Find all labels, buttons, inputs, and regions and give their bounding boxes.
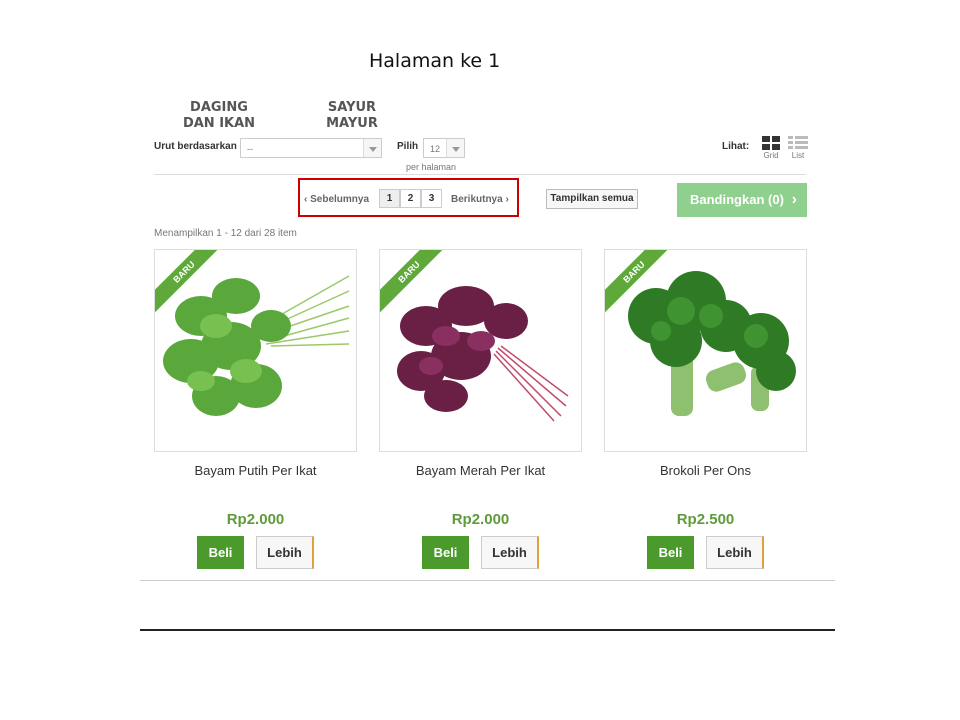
new-badge: BARU xyxy=(605,250,674,312)
pagination-next-label: Berikutnya xyxy=(451,194,503,205)
chevron-down-icon xyxy=(446,139,464,157)
footer-divider xyxy=(140,580,835,581)
compare-button[interactable]: Bandingkan (0) › xyxy=(677,183,807,217)
grid-icon xyxy=(762,136,780,150)
slide-title: Halaman ke 1 xyxy=(369,50,501,72)
category-daging-dan-ikan[interactable]: DAGING DAN IKAN xyxy=(172,100,266,132)
product-price: Rp2.000 xyxy=(226,511,285,528)
product-price: Rp2.500 xyxy=(676,511,735,528)
per-page-select[interactable]: 12 xyxy=(423,138,465,158)
product-image-frame[interactable]: BARU xyxy=(154,249,357,452)
per-page-label: Pilih xyxy=(397,141,419,152)
more-button[interactable]: Lebih xyxy=(481,536,539,569)
product-price: Rp2.000 xyxy=(451,511,510,528)
product-card: BARU Bayam Merah Per Ikat Rp2.000 Beli L… xyxy=(379,249,582,570)
toolbar-divider xyxy=(154,174,806,175)
compare-button-label: Bandingkan (0) xyxy=(690,192,784,207)
bottom-divider xyxy=(140,629,835,631)
sort-select-value: -- xyxy=(247,144,253,154)
product-card: BARU Bayam Putih Per Ikat Rp2.000 Beli L… xyxy=(154,249,357,570)
new-badge: BARU xyxy=(155,250,224,312)
more-button[interactable]: Lebih xyxy=(256,536,314,569)
new-badge-label: BARU xyxy=(380,250,449,312)
pagination-page-2[interactable]: 2 xyxy=(400,189,421,208)
result-count: Menampilkan 1 - 12 dari 28 item xyxy=(154,228,297,239)
product-image-frame[interactable]: BARU xyxy=(379,249,582,452)
view-grid-button[interactable]: Grid xyxy=(759,136,783,160)
chevron-right-icon: › xyxy=(505,194,509,205)
per-page-select-value: 12 xyxy=(430,144,441,154)
chevron-left-icon: ‹ xyxy=(304,194,308,205)
per-page-caption: per halaman xyxy=(406,162,457,172)
view-grid-label: Grid xyxy=(763,151,779,160)
chevron-down-icon xyxy=(363,139,381,157)
chevron-right-icon: › xyxy=(791,191,797,208)
new-badge-label: BARU xyxy=(605,250,674,312)
list-icon xyxy=(788,136,808,149)
view-label: Lihat: xyxy=(722,141,750,152)
pagination-prev-label: Sebelumnya xyxy=(310,194,370,205)
sort-select[interactable]: -- xyxy=(240,138,382,158)
new-badge-label: BARU xyxy=(155,250,224,312)
product-card: BARU Brokoli Per Ons Rp2.500 Beli Lebih xyxy=(604,249,807,570)
category-sayur-mayur[interactable]: SAYUR MAYUR xyxy=(302,100,402,132)
pagination-page-3[interactable]: 3 xyxy=(421,189,442,208)
view-list-button[interactable]: List xyxy=(786,136,810,160)
pagination-prev-link[interactable]: ‹ Sebelumnya xyxy=(304,194,369,205)
new-badge: BARU xyxy=(380,250,449,312)
product-name[interactable]: Brokoli Per Ons xyxy=(604,463,807,478)
buy-button[interactable]: Beli xyxy=(422,536,469,569)
pagination-page-1[interactable]: 1 xyxy=(379,189,400,208)
view-list-label: List xyxy=(791,151,805,160)
buy-button[interactable]: Beli xyxy=(197,536,244,569)
buy-button[interactable]: Beli xyxy=(647,536,694,569)
product-image-frame[interactable]: BARU xyxy=(604,249,807,452)
product-name[interactable]: Bayam Putih Per Ikat xyxy=(154,463,357,478)
pagination-next-link[interactable]: Berikutnya › xyxy=(451,194,509,205)
more-button[interactable]: Lebih xyxy=(706,536,764,569)
show-all-button[interactable]: Tampilkan semua xyxy=(546,189,638,209)
product-name[interactable]: Bayam Merah Per Ikat xyxy=(379,463,582,478)
sort-label: Urut berdasarkan xyxy=(154,141,237,152)
